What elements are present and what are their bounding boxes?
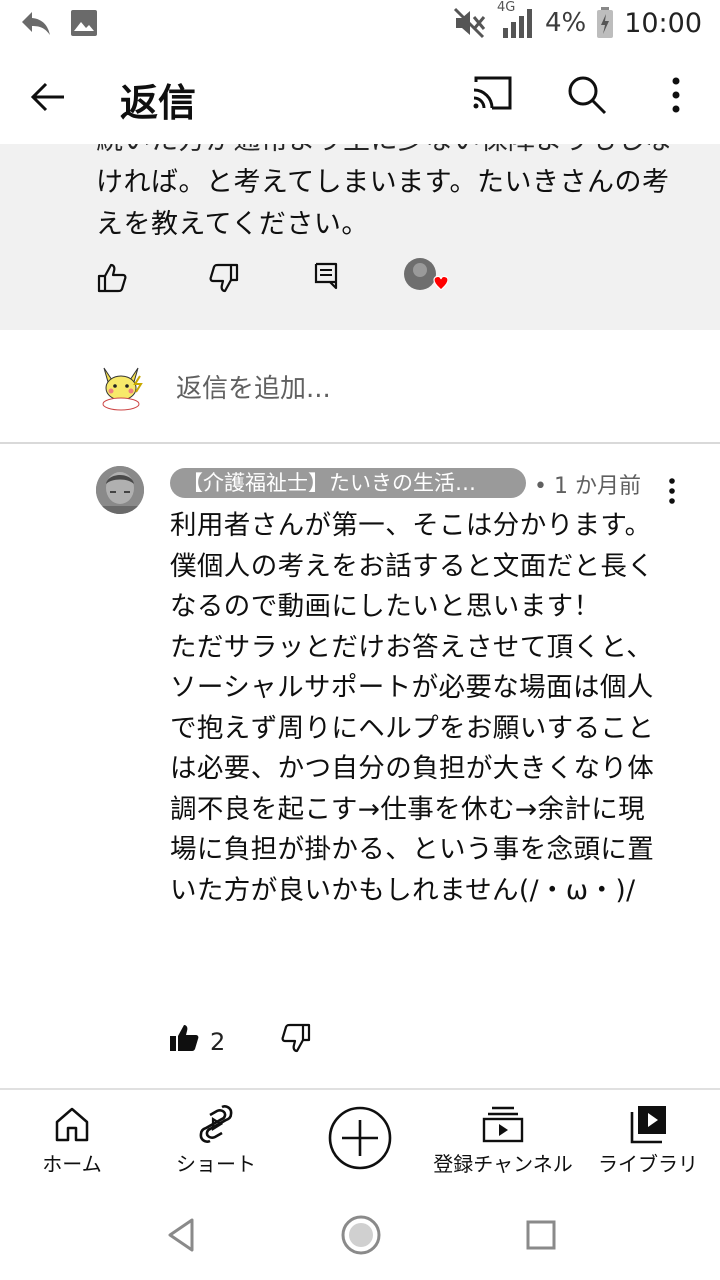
nav-subscriptions-label: 登録チャンネル	[433, 1152, 573, 1176]
thumb-down-icon	[209, 263, 239, 293]
battery-percent: 4%	[544, 8, 587, 38]
creator-heart	[404, 256, 449, 292]
image-notification-icon	[71, 10, 97, 36]
nav-shorts-label: ショート	[176, 1152, 256, 1176]
reply-like-button[interactable]	[168, 1022, 200, 1058]
create-button[interactable]	[328, 1106, 392, 1170]
app-bar: 返信	[0, 50, 720, 144]
add-reply-field[interactable]: 返信を追加...	[0, 330, 720, 444]
parent-comment-cut-line: 続いた方が通常より主に少ない保障よりもしな	[96, 144, 676, 162]
page-title: 返信	[120, 81, 197, 125]
reply-dislike-button[interactable]	[280, 1022, 312, 1058]
status-bar: 4G 4% 10:00	[0, 0, 720, 50]
like-count: 2	[210, 1028, 226, 1056]
user-avatar	[98, 362, 144, 412]
thumb-down-icon	[281, 1023, 311, 1053]
battery-icon	[597, 7, 614, 38]
dislike-button[interactable]	[208, 262, 240, 298]
comment-icon	[314, 262, 338, 290]
like-button[interactable]	[96, 262, 128, 298]
creator-heart-icon	[404, 258, 449, 291]
circle-home-icon	[341, 1215, 381, 1255]
cast-icon	[473, 76, 512, 110]
mute-icon	[453, 7, 486, 39]
author-avatar[interactable]	[96, 466, 144, 514]
signal-icon: 4G	[497, 0, 535, 40]
reply-notification-icon	[22, 12, 50, 35]
plus-circle-icon	[328, 1106, 392, 1170]
pikachu-avatar-icon	[102, 367, 143, 411]
library-icon	[630, 1106, 666, 1144]
parent-comment-text: 続いた方が通常より主に少ない保障よりもしな ければ。と考えてしまいます。たいきさ…	[96, 144, 676, 246]
parent-comment-actions	[96, 258, 456, 302]
cast-button[interactable]	[470, 74, 526, 124]
system-navigation-bar	[0, 1190, 720, 1280]
nav-library-label: ライブラリ	[598, 1152, 698, 1176]
reply-comment: 【介護福祉士】たいきの生活… • 1 か月前 利用者さんが第一、そこは分かります…	[0, 444, 720, 1090]
thumb-up-filled-icon	[170, 1025, 199, 1051]
nav-home[interactable]: ホーム	[24, 1090, 120, 1190]
more-vert-icon	[672, 77, 680, 113]
clock: 10:00	[624, 7, 702, 39]
nav-subscriptions[interactable]: 登録チャンネル	[432, 1090, 574, 1190]
back-button[interactable]	[28, 72, 84, 122]
thumb-up-icon	[97, 263, 127, 293]
parent-comment: 続いた方が通常より主に少ない保障よりもしな ければ。と考えてしまいます。たいきさ…	[0, 144, 720, 330]
arrow-left-icon	[30, 82, 64, 112]
reply-more-button[interactable]	[660, 476, 684, 512]
home-icon	[55, 1107, 89, 1142]
reply-text: 利用者さんが第一、そこは分かります。 僕個人の考えをお話すると文面だと長くなるの…	[170, 510, 655, 906]
author-name-chip[interactable]: 【介護福祉士】たいきの生活…	[170, 468, 526, 498]
system-recents-button[interactable]	[518, 1212, 564, 1258]
parent-comment-body: ければ。と考えてしまいます。たいきさんの考えを教えてください。	[96, 167, 670, 240]
add-reply-placeholder: 返信を追加...	[176, 374, 331, 404]
reply-timestamp: • 1 か月前	[534, 474, 641, 499]
shorts-icon	[199, 1105, 233, 1143]
bottom-navigation: ホーム ショート 登録チャンネル ライブラリ	[0, 1088, 720, 1190]
square-recents-icon	[526, 1220, 556, 1250]
more-options-button[interactable]	[652, 74, 700, 124]
comment-reply-button[interactable]	[314, 262, 340, 298]
nav-shorts[interactable]: ショート	[160, 1090, 272, 1190]
subscriptions-icon	[482, 1106, 524, 1143]
triangle-back-icon	[168, 1218, 194, 1252]
nav-library[interactable]: ライブラリ	[598, 1090, 698, 1190]
author-avatar-image	[96, 466, 144, 514]
search-icon	[568, 76, 607, 115]
system-home-button[interactable]	[338, 1212, 384, 1258]
nav-home-label: ホーム	[42, 1152, 102, 1176]
reply-actions: 2	[168, 1022, 468, 1062]
more-vert-icon	[669, 478, 675, 504]
search-button[interactable]	[566, 74, 622, 124]
system-back-button[interactable]	[158, 1212, 204, 1258]
